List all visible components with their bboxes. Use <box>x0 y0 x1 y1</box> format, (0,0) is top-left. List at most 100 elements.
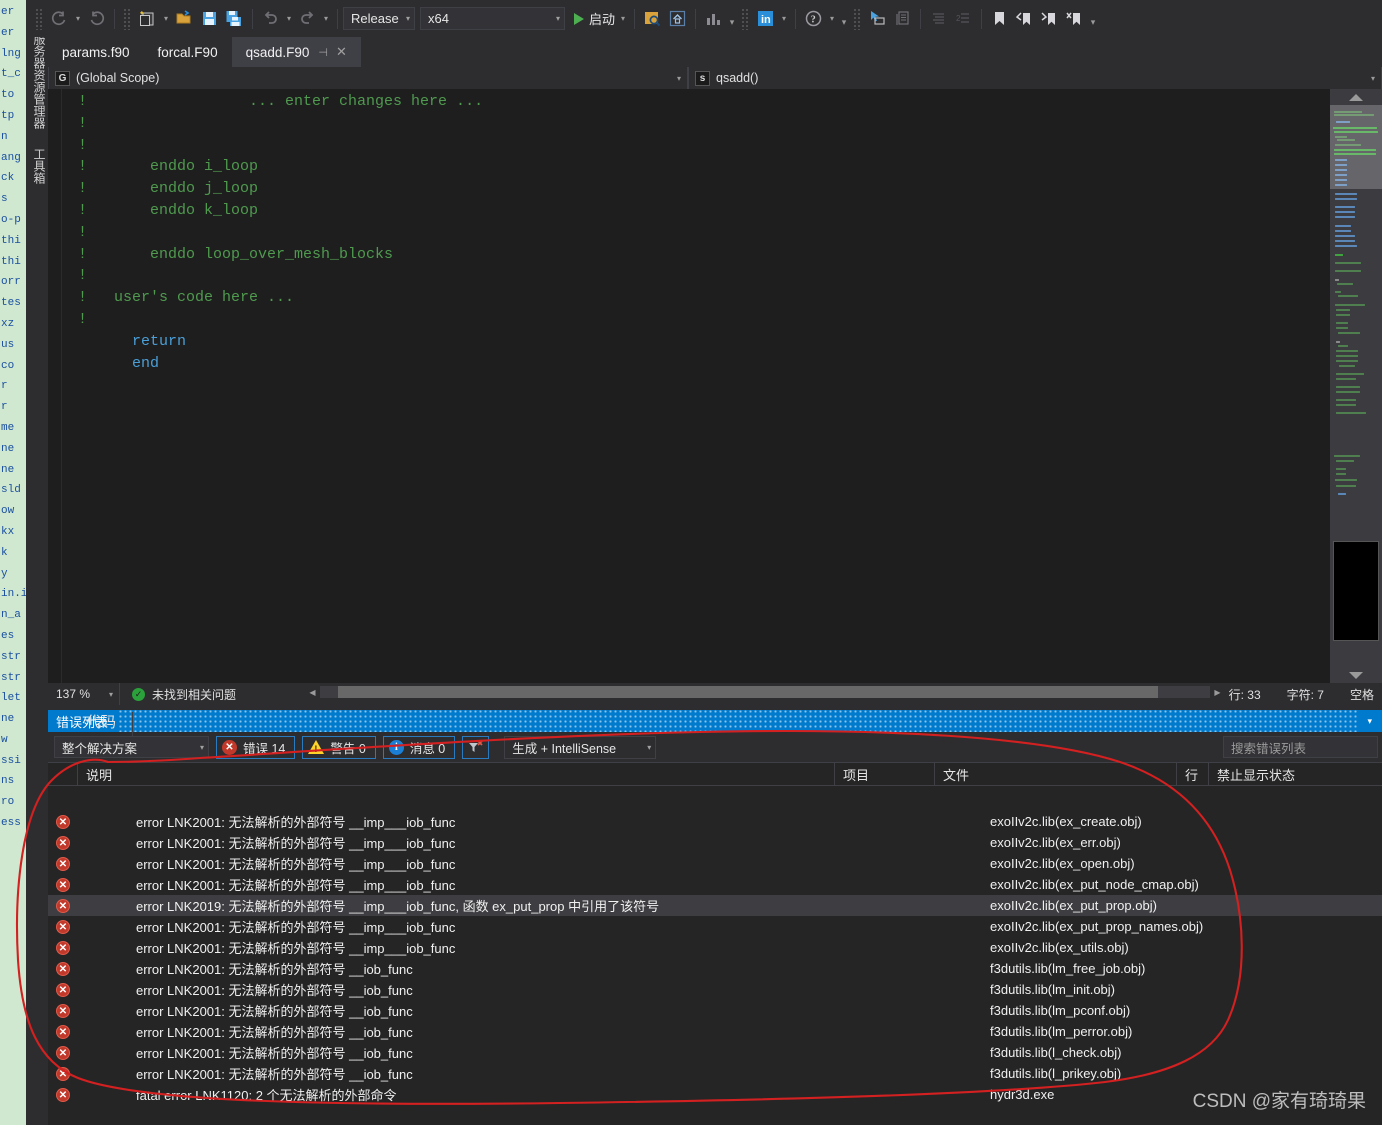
find-in-files-icon[interactable] <box>640 7 665 31</box>
toolbar-grip[interactable] <box>741 7 751 30</box>
error-list-row[interactable]: ✕ error LNK2001: 无法解析的外部符号 __imp___iob_fu… <box>48 853 1382 874</box>
prev-bookmark-icon[interactable] <box>1012 7 1037 31</box>
error-list-row[interactable]: ✕ fatal error LNK1120: 2 个无法解析的外部命令 hydr3d… <box>48 1084 1382 1105</box>
background-window-sliver[interactable]: er er lng t_c to tp n ang ck s o-p thi thi orr tes xz us… <box>0 0 26 1125</box>
indent-icon[interactable] <box>926 7 951 31</box>
vertical-tab-server-explorer[interactable]: 服务器资源管理器 <box>26 33 48 129</box>
build-filter-combo[interactable]: 生成 + IntelliSense ▾ <box>504 735 657 759</box>
warnings-toggle-button[interactable]: 警告 0 <box>302 735 376 759</box>
column-header-suppression[interactable]: 禁止显示状态 <box>1209 762 1327 786</box>
error-list-row[interactable]: ✕ error LNK2001: 无法解析的外部符号 __iob_func f3du… <box>48 1063 1382 1084</box>
document-tab-bar: params.f90 forcal.F90 qsadd.F90 ⊣ ✕ <box>48 37 1382 67</box>
linkedin-icon[interactable]: in <box>753 7 778 31</box>
undo-icon[interactable] <box>258 7 283 31</box>
linkedin-caret-icon[interactable]: ▾ <box>778 7 790 31</box>
error-list-row[interactable]: ✕ error LNK2001: 无法解析的外部符号 __imp___iob_fu… <box>48 874 1382 895</box>
error-list-row[interactable]: ✕ error LNK2001: 无法解析的外部符号 __iob_func f3du… <box>48 958 1382 979</box>
toolbar-grip[interactable] <box>853 7 863 30</box>
redo-caret-icon[interactable]: ▾ <box>320 7 332 31</box>
toolbar-overflow-icon[interactable]: ▾ <box>726 7 738 31</box>
toolbar-grip[interactable] <box>123 7 132 30</box>
search-input[interactable]: 搜索错误列表 <box>1223 736 1378 758</box>
minimap-canvas[interactable] <box>1330 105 1382 667</box>
solution-platform-combo[interactable]: x64 ▾ <box>420 7 565 30</box>
performance-icon[interactable] <box>701 7 726 31</box>
next-bookmark-icon[interactable] <box>1037 7 1062 31</box>
solution-configuration-combo[interactable]: Release ▾ <box>343 7 415 30</box>
scope-filter-combo[interactable]: 整个解决方案 ▾ <box>54 736 209 758</box>
copy-layout-icon[interactable] <box>890 7 915 31</box>
errors-toggle-button[interactable]: ✕ 错误 14 <box>216 735 296 759</box>
panel-menu-chevron-icon[interactable]: ▾ <box>1357 716 1382 727</box>
navigation-bar: G (Global Scope) ▾ s qsadd() ▾ <box>48 67 1382 89</box>
scroll-right-icon[interactable]: ▶ <box>1210 683 1225 701</box>
messages-toggle-button[interactable]: i 消息 0 <box>382 735 456 759</box>
titlebar-drag-dots[interactable] <box>118 710 1358 732</box>
new-item-caret-icon[interactable]: ▾ <box>160 7 172 31</box>
bookmark-icon[interactable] <box>987 7 1012 31</box>
column-header-project[interactable]: 项目 <box>835 762 935 786</box>
member-combo[interactable]: s qsadd() ▾ <box>688 67 1382 89</box>
document-tab-qsadd-f90[interactable]: qsadd.F90 ⊣ ✕ <box>231 37 361 67</box>
issue-status-indicator[interactable]: ✓ 未找到相关问题 <box>120 686 236 703</box>
column-header-code[interactable]: 代码 <box>78 712 133 736</box>
bg-text-fragment: kx <box>1 525 15 538</box>
toolbar-grip[interactable] <box>35 7 44 30</box>
navigate-back-icon[interactable] <box>47 7 72 31</box>
navigate-forward-icon[interactable] <box>84 7 109 31</box>
minimap-viewport-indicator[interactable] <box>1330 105 1382 189</box>
error-list-row[interactable]: ✕ error LNK2001: 无法解析的外部符号 __imp___iob_fu… <box>48 832 1382 853</box>
column-header-file[interactable]: 文件 <box>935 762 1177 786</box>
bg-text-fragment: er <box>1 6 15 18</box>
minimap-scroll-up-icon[interactable] <box>1330 89 1382 105</box>
redo-icon[interactable] <box>295 7 320 31</box>
error-list-row[interactable]: ✕ error LNK2001: 无法解析的外部符号 __iob_func f3du… <box>48 979 1382 1000</box>
filter-icon[interactable] <box>462 735 490 759</box>
chevron-down-icon: ▾ <box>1370 73 1375 83</box>
toolbar-overflow-icon[interactable]: ▾ <box>838 7 850 31</box>
error-list-row[interactable]: ✕ error LNK2001: 无法解析的外部符号 __iob_func f3du… <box>48 1042 1382 1063</box>
column-header-line[interactable]: 行 <box>1177 762 1209 786</box>
start-debug-caret-icon[interactable]: ▾ <box>617 7 629 31</box>
clear-bookmark-icon[interactable] <box>1062 7 1087 31</box>
save-all-icon[interactable] <box>222 7 247 31</box>
home-icon[interactable] <box>665 7 690 31</box>
navigate-back-caret-icon[interactable]: ▾ <box>72 7 84 31</box>
column-header-description[interactable]: 说明 <box>78 762 835 786</box>
editor-horizontal-scrollbar[interactable]: ◀ ▶ <box>305 683 1225 701</box>
editor-minimap[interactable] <box>1330 89 1382 683</box>
error-list-row[interactable]: ✕ error LNK2001: 无法解析的外部符号 __iob_func f3du… <box>48 1000 1382 1021</box>
error-list-row[interactable]: ✕ error LNK2001: 无法解析的外部符号 __imp___iob_fu… <box>48 811 1382 832</box>
hscroll-thumb[interactable] <box>338 686 1158 698</box>
error-list-row[interactable]: ✕ error LNK2001: 无法解析的外部符号 __imp___iob_fu… <box>48 916 1382 937</box>
minimap-current-view-box[interactable] <box>1333 541 1379 641</box>
toolbar-overflow-icon[interactable]: ▾ <box>1087 7 1099 31</box>
pin-tab-icon[interactable]: ⊣ <box>318 46 328 59</box>
column-header-icon[interactable] <box>48 762 78 786</box>
hscroll-track[interactable] <box>320 686 1210 698</box>
minimap-scroll-down-icon[interactable] <box>1330 667 1382 683</box>
save-icon[interactable] <box>197 7 222 31</box>
scope-combo[interactable]: G (Global Scope) ▾ <box>48 67 688 89</box>
help-caret-icon[interactable]: ▾ <box>826 7 838 31</box>
close-tab-icon[interactable]: ✕ <box>336 44 347 60</box>
pointer-select-icon[interactable] <box>865 7 890 31</box>
open-file-icon[interactable] <box>172 7 197 31</box>
help-icon[interactable]: ? <box>801 7 826 31</box>
start-debug-button[interactable]: 启动 <box>570 7 617 31</box>
error-list-titlebar[interactable]: 错误列表 ▾ <box>48 710 1382 732</box>
code-editor[interactable]: ! ... enter changes here ...!! ! enddo i_… <box>48 89 1330 683</box>
error-list-row[interactable]: ✕ error LNK2001: 无法解析的外部符号 __imp___iob_fu… <box>48 937 1382 958</box>
vertical-tab-toolbox[interactable]: 工具箱 <box>26 148 48 184</box>
zoom-level-combo[interactable]: 137 % ▾ <box>48 683 120 705</box>
document-tab-params-f90[interactable]: params.f90 <box>48 37 144 67</box>
editor-code-text[interactable]: ! ... enter changes here ...!! ! enddo i_… <box>78 91 1330 374</box>
error-list-row[interactable]: ✕ error LNK2001: 无法解析的外部符号 __iob_func f3du… <box>48 1021 1382 1042</box>
scroll-left-icon[interactable]: ◀ <box>305 683 320 701</box>
undo-caret-icon[interactable]: ▾ <box>283 7 295 31</box>
minimap-line <box>1336 360 1358 362</box>
document-tab-forcal-f90[interactable]: forcal.F90 <box>144 37 232 67</box>
error-list-row[interactable]: ✕ error LNK2019: 无法解析的外部符号 __imp___iob_fu… <box>48 895 1382 916</box>
new-item-icon[interactable] <box>135 7 160 31</box>
outdent-icon[interactable]: 2 <box>951 7 976 31</box>
